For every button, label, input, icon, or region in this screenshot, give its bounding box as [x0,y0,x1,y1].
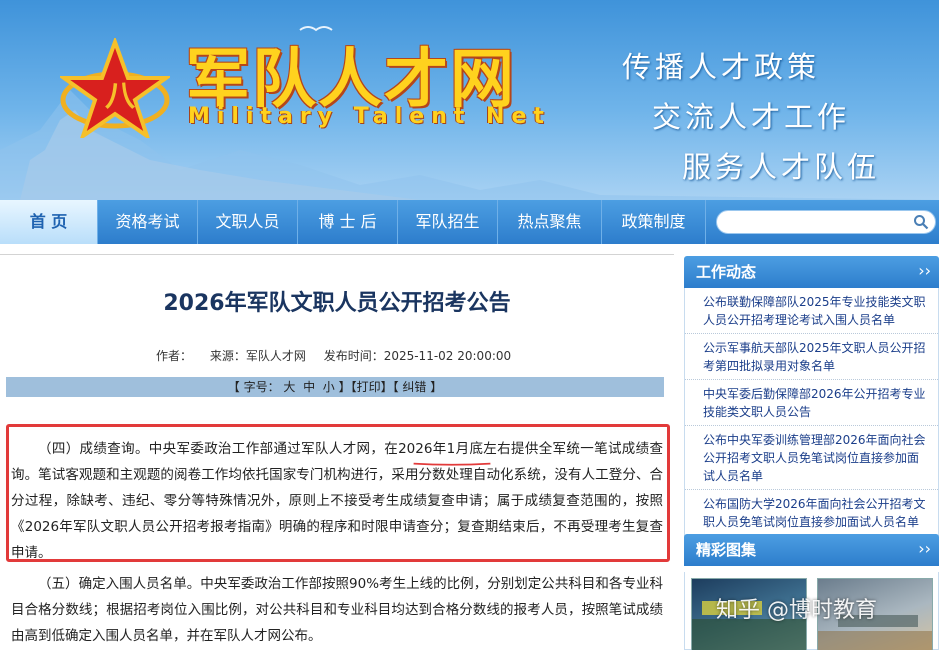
font-size-small[interactable]: 小 [323,380,335,394]
search-icon[interactable] [913,214,929,230]
font-size-medium[interactable]: 中 [303,380,315,394]
nav-postdoc[interactable]: 博 士 后 [298,200,398,244]
news-item[interactable]: 公布中央军委训练管理部2026年面向社会公开招考文职人员免笔试岗位直接参加面试人… [685,426,938,490]
source-label: 来源：军队人才网 [209,349,306,363]
site-banner: 八 军队人才网 Military Talent Net 传播人才政策 交流人才工… [0,0,939,200]
search-box [716,210,936,234]
slogan-3: 服务人才队伍 [682,150,881,184]
gallery-more-link[interactable]: ›› [918,534,931,564]
nav-civilian-staff[interactable]: 文职人员 [198,200,298,244]
site-title-en: Military Talent Net [188,104,551,129]
slogan-2: 交流人才工作 [652,100,851,134]
paragraph-score-query: （四）成绩查询。中央军委政治工作部通过军队人才网，在2026年1月底左右提供全军… [11,441,663,561]
article-toolbar: 【 字号： 大 中 小 】【打印】【 纠错 】 [6,377,664,397]
nav-qualification-exam[interactable]: 资格考试 [98,200,198,244]
search-input[interactable] [717,211,907,233]
article-title: 2026年军队文职人员公开招考公告 [163,291,511,316]
paragraph-shortlist: （五）确定入围人员名单。中央军委政治工作部按照90%考生上线的比例，分别划定公共… [11,576,663,644]
news-item[interactable]: 公布国防大学2026年面向社会公开招考文职人员免笔试岗位直接参加面试人员名单 [685,490,938,535]
error-report-link[interactable]: 【 纠错 】 [393,380,443,394]
font-size-large[interactable]: 大 [283,380,295,394]
work-news-title: 工作动态 [696,263,757,281]
nav-military-enrollment[interactable]: 军队招生 [398,200,498,244]
font-size-label: 【 字号： [227,380,280,394]
font-size-close: 】 [334,380,351,394]
svg-text:八: 八 [105,79,136,114]
gallery-title: 精彩图集 [696,541,757,559]
watermark-text: 知乎 @博时教育 [716,598,877,623]
sidebar: 工作动态 ›› 公布联勤保障部队2025年专业技能类文职人员公开招考理论考试入围… [684,254,939,650]
work-news-list: 公布联勤保障部队2025年专业技能类文职人员公开招考理论考试入围人员名单 公示军… [684,288,939,536]
handdrawn-underline [413,462,491,466]
article-meta: 作者： 来源：军队人才网 发布时间：2025-11-02 20:00:00 [156,347,525,364]
work-news-header: 工作动态 ›› [684,256,939,288]
work-news-more-link[interactable]: ›› [918,256,931,286]
gallery-header: 精彩图集 ›› [684,534,939,566]
article-panel: 2026年军队文职人员公开招考公告 作者： 来源：军队人才网 发布时间：2025… [0,254,674,650]
author-label: 作者： [156,349,193,363]
slogan-1: 传播人才政策 [622,50,821,84]
news-item[interactable]: 公布联勤保障部队2025年专业技能类文职人员公开招考理论考试入围人员名单 [685,288,938,334]
nav-policy[interactable]: 政策制度 [602,200,706,244]
publish-time: 发布时间：2025-11-02 20:00:00 [323,349,512,363]
print-link[interactable]: 【打印】 [351,380,393,394]
army-star-emblem-icon: 八 [60,38,170,138]
nav-home[interactable]: 首 页 [0,200,98,244]
nav-hot-topics[interactable]: 热点聚焦 [498,200,602,244]
news-item[interactable]: 中央军委后勤保障部2026年公开招考专业技能类文职人员公告 [685,380,938,426]
news-item[interactable]: 公示军事航天部队2025年文职人员公开招考第四批拟录用对象名单 [685,334,938,380]
